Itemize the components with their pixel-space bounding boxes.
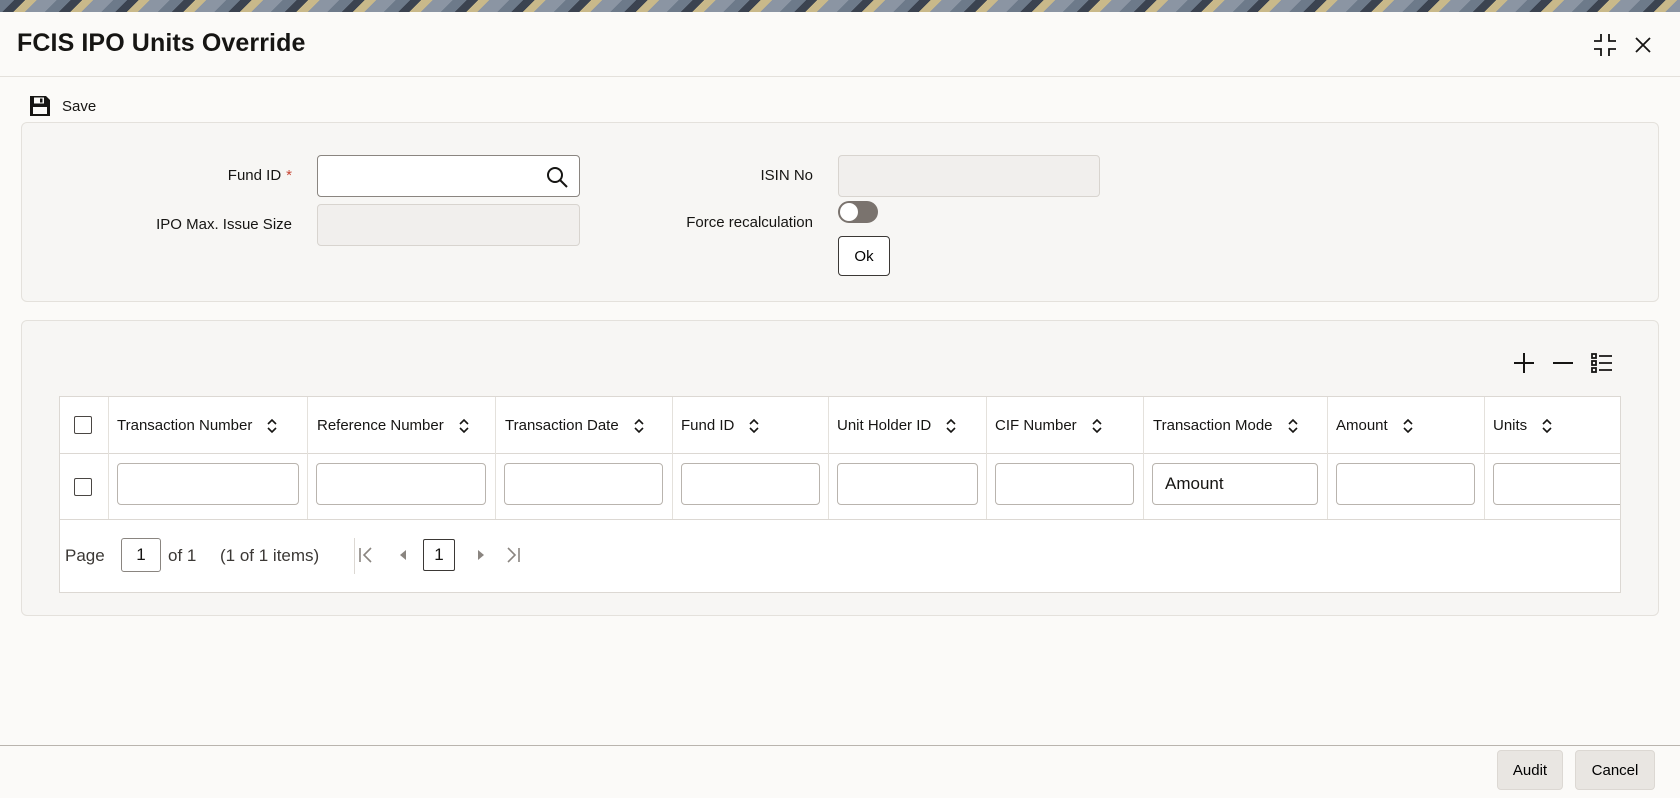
fund-id-label-text: Fund ID: [227, 167, 282, 184]
column-label: Unit Holder ID: [837, 417, 932, 434]
sort-icon[interactable]: [1402, 418, 1414, 434]
force-recalculation-toggle[interactable]: [838, 201, 878, 223]
sort-icon[interactable]: [633, 418, 645, 434]
current-page-button[interactable]: 1: [423, 539, 455, 571]
sort-icon[interactable]: [266, 418, 278, 434]
amount-cell-input[interactable]: [1336, 463, 1475, 505]
column-header-reference-number[interactable]: Reference Number: [317, 397, 470, 454]
sort-icon[interactable]: [748, 418, 760, 434]
save-label: Save: [62, 97, 97, 115]
ok-button[interactable]: Ok: [838, 236, 890, 276]
column-list-icon[interactable]: [1587, 348, 1617, 378]
reference-number-cell-input[interactable]: [316, 463, 486, 505]
isin-no-input: [839, 156, 1099, 196]
transaction-date-cell-input[interactable]: [504, 463, 663, 505]
footer-divider: [0, 745, 1680, 746]
column-label: Reference Number: [317, 417, 444, 434]
transaction-number-cell-input[interactable]: [117, 463, 299, 505]
fund-id-field[interactable]: [317, 155, 580, 197]
ipo-max-issue-size-field: [317, 204, 580, 246]
page-label: Page: [65, 546, 105, 565]
isin-no-label: ISIN No: [760, 167, 813, 184]
header-banner-strip: [0, 0, 1680, 12]
fund-id-input[interactable]: [318, 156, 579, 196]
save-icon: [30, 96, 50, 116]
select-all-checkbox[interactable]: [74, 416, 92, 434]
last-page-icon[interactable]: [502, 544, 524, 566]
required-marker: *: [286, 167, 292, 184]
column-header-fund-id[interactable]: Fund ID: [681, 397, 760, 454]
column-label: Units: [1493, 417, 1528, 434]
sort-icon[interactable]: [945, 418, 957, 434]
column-header-unit-holder-id[interactable]: Unit Holder ID: [837, 397, 957, 454]
force-recalculation-label: Force recalculation: [686, 214, 813, 231]
toggle-knob: [840, 203, 858, 221]
sort-icon[interactable]: [1287, 418, 1299, 434]
page-count-label: of 1: [168, 546, 197, 565]
column-header-units[interactable]: Units: [1493, 397, 1553, 454]
column-header-amount[interactable]: Amount: [1336, 397, 1414, 454]
column-label: CIF Number: [995, 417, 1077, 434]
cancel-button[interactable]: Cancel: [1575, 750, 1655, 790]
page-title: FCIS IPO Units Override: [17, 29, 306, 57]
table-row: Amount: [60, 454, 1620, 520]
minimize-icon[interactable]: [1590, 30, 1620, 60]
title-divider: [0, 76, 1680, 77]
fund-id-label: Fund ID *: [120, 167, 292, 184]
audit-button[interactable]: Audit: [1497, 750, 1563, 790]
column-label: Amount: [1336, 417, 1388, 434]
remove-row-icon[interactable]: [1548, 348, 1578, 378]
first-page-icon[interactable]: [355, 544, 377, 566]
transaction-mode-cell-input[interactable]: Amount: [1152, 463, 1318, 505]
units-cell-input[interactable]: [1493, 463, 1620, 505]
page-number-input[interactable]: 1: [121, 538, 161, 572]
sort-icon[interactable]: [1091, 418, 1103, 434]
column-header-cif-number[interactable]: CIF Number: [995, 397, 1103, 454]
items-count-label: (1 of 1 items): [220, 546, 320, 565]
column-header-transaction-mode[interactable]: Transaction Mode: [1153, 397, 1299, 454]
sort-icon[interactable]: [458, 418, 470, 434]
column-label: Fund ID: [681, 417, 735, 434]
column-label: Transaction Mode: [1153, 417, 1273, 434]
ipo-max-issue-size-label: IPO Max. Issue Size: [156, 216, 292, 233]
row-select-checkbox[interactable]: [74, 478, 92, 496]
add-row-icon[interactable]: [1509, 348, 1539, 378]
cif-number-cell-input[interactable]: [995, 463, 1134, 505]
sort-icon[interactable]: [1541, 418, 1553, 434]
pagination-bar: Page 1 of 1 (1 of 1 items) 1: [60, 520, 1620, 592]
column-header-transaction-number[interactable]: Transaction Number: [117, 397, 278, 454]
ipo-max-issue-size-input: [318, 205, 579, 245]
column-label: Transaction Number: [117, 417, 253, 434]
isin-no-field: [838, 155, 1100, 197]
next-page-icon[interactable]: [470, 544, 492, 566]
table-header-row: Transaction Number Reference Number Tran…: [60, 397, 1620, 454]
save-button[interactable]: Save: [28, 92, 96, 120]
transactions-table: Transaction Number Reference Number Tran…: [59, 396, 1621, 593]
column-header-transaction-date[interactable]: Transaction Date: [505, 397, 645, 454]
fund-id-cell-input[interactable]: [681, 463, 820, 505]
column-label: Transaction Date: [505, 417, 619, 434]
search-icon[interactable]: [545, 165, 569, 194]
previous-page-icon[interactable]: [392, 544, 414, 566]
unit-holder-id-cell-input[interactable]: [837, 463, 978, 505]
close-icon[interactable]: [1628, 30, 1658, 60]
